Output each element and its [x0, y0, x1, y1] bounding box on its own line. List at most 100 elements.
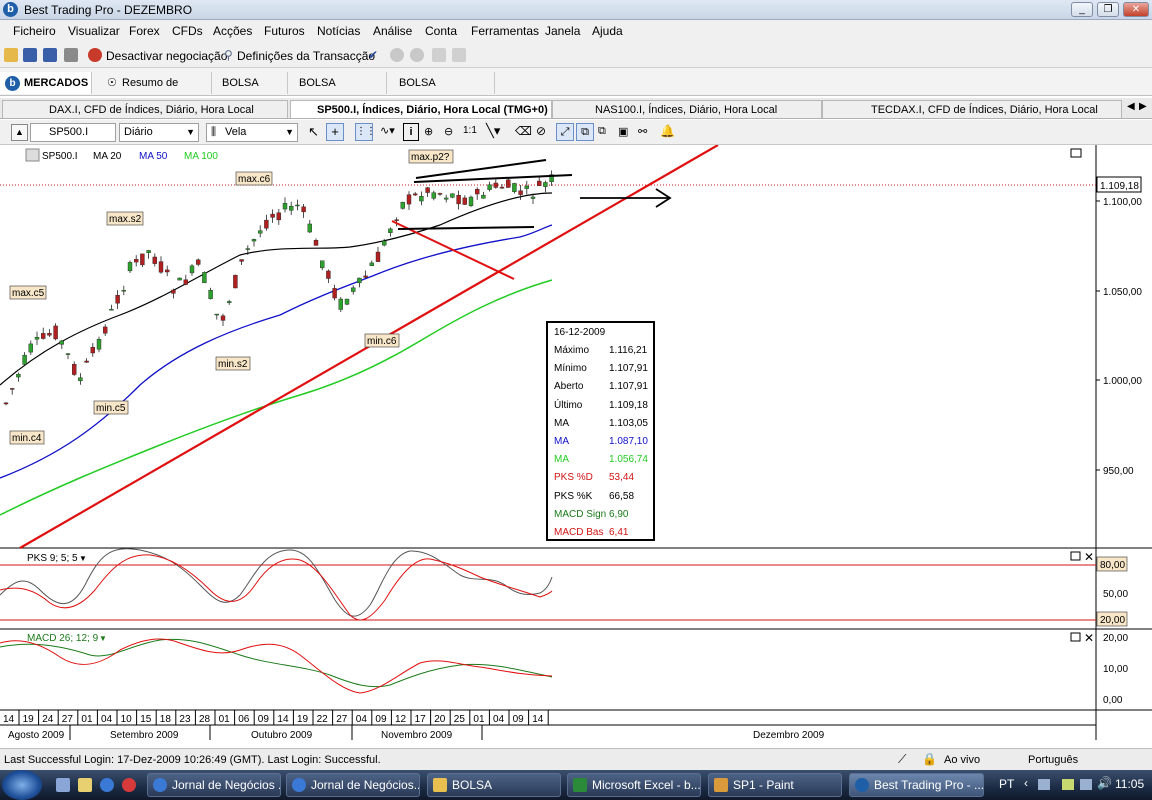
- candle-body: [245, 248, 251, 250]
- copy-icon[interactable]: ⧉: [598, 125, 606, 138]
- tab-tecdax[interactable]: TECDAX.I, CFD de Índices, Diário, Hora L…: [822, 100, 1122, 134]
- taskbar-item[interactable]: Best Trading Pro - ...: [849, 773, 984, 797]
- date-tick-label: 09: [375, 714, 387, 725]
- menu-janela[interactable]: Janela: [545, 24, 580, 38]
- deactivate-trading-button[interactable]: Desactivar negociação: [106, 49, 227, 63]
- candle-body: [289, 205, 294, 211]
- month-label: Agosto 2009: [8, 730, 65, 740]
- symbol-input[interactable]: SP500.I: [30, 123, 116, 142]
- chart-toolbar: ▲ SP500.I Diário ▼ ⫼ Vela ▼ ↖ + ⋮⋮ ∿▾ i ⊕ ⊖…: [0, 120, 1152, 145]
- tab-bolsa-europa[interactable]: BOLSA EUROPA: [288, 72, 387, 111]
- check-icon[interactable]: ✔: [368, 48, 378, 62]
- menu-noticias[interactable]: Notícias: [317, 24, 360, 38]
- candle-body: [332, 288, 337, 299]
- tab-scroll-left-icon[interactable]: ◀: [1127, 101, 1135, 112]
- candle-body: [102, 326, 108, 334]
- print-icon[interactable]: [64, 48, 78, 62]
- cursor-icon[interactable]: ↖: [308, 124, 319, 140]
- menu-analise[interactable]: Análise: [373, 24, 412, 38]
- save-icon[interactable]: [23, 48, 37, 62]
- period-value: Diário: [124, 126, 153, 138]
- collapse-icon[interactable]: ▲: [11, 124, 28, 141]
- grid-icon[interactable]: ⋮⋮: [355, 123, 376, 141]
- menu-cfds[interactable]: CFDs: [172, 24, 203, 38]
- price-tick-label: 1.000,00: [1103, 376, 1142, 387]
- tab-scroll-right-icon[interactable]: ▶: [1139, 101, 1147, 112]
- app-logo-icon: b: [3, 2, 18, 17]
- zoom-out-icon[interactable]: ⊖: [444, 125, 453, 138]
- menu-ficheiro[interactable]: Ficheiro: [13, 24, 56, 38]
- language-indicator[interactable]: PT: [999, 777, 1014, 791]
- info-icon[interactable]: i: [403, 123, 419, 141]
- tab-sp500[interactable]: SP500.I, Índices, Diário, Hora Local (TM…: [290, 100, 552, 118]
- candle-body: [437, 193, 443, 195]
- candle-body: [9, 388, 15, 390]
- ratio-button[interactable]: 1:1: [463, 125, 477, 136]
- taskbar-item[interactable]: Jornal de Negócios ...: [147, 773, 281, 797]
- zoom-in-icon[interactable]: ⊕: [424, 125, 433, 138]
- candle-body: [530, 196, 536, 199]
- indicator-icon[interactable]: ∿▾: [380, 124, 395, 137]
- close-button[interactable]: ✕: [1123, 2, 1149, 17]
- quicklaunch-icon[interactable]: [122, 778, 136, 792]
- tray-icon[interactable]: [1062, 779, 1074, 790]
- chart-style-select[interactable]: ⫼ Vela ▼: [206, 123, 298, 142]
- data-window-label: PKS %K: [554, 490, 593, 502]
- clock[interactable]: 11:05: [1115, 777, 1144, 791]
- open-folder-icon[interactable]: [4, 48, 18, 62]
- tab-bolsa-usa[interactable]: BOLSA USA: [212, 72, 288, 111]
- ie-icon[interactable]: [100, 778, 114, 792]
- stoch-level-label: 20,00: [1100, 615, 1125, 626]
- taskbar-item[interactable]: BOLSA: [427, 773, 561, 797]
- volume-icon[interactable]: 🔊: [1097, 776, 1112, 790]
- candle-body: [382, 240, 387, 246]
- tray-chevron-icon[interactable]: ‹: [1024, 776, 1028, 790]
- month-label: Outubro 2009: [251, 730, 313, 740]
- deactivate-trading-icon[interactable]: [88, 48, 102, 62]
- show-desktop-icon[interactable]: [56, 778, 70, 792]
- month-label: Setembro 2009: [110, 730, 179, 740]
- tab-mercados[interactable]: b MERCADOS: [0, 72, 92, 94]
- maximize-button[interactable]: ❐: [1097, 2, 1119, 17]
- menu-accoes[interactable]: Acções: [213, 24, 252, 38]
- taskbar-item[interactable]: Jornal de Negócios...: [286, 773, 420, 797]
- alert-bell-icon[interactable]: 🔔: [660, 124, 675, 138]
- tab-bolsa-portugal[interactable]: BOLSA PORTUGAL: [387, 72, 495, 111]
- data-window-row: MA 1.087,10: [554, 434, 654, 452]
- template-icon[interactable]: ▣: [618, 125, 628, 138]
- start-button[interactable]: [2, 770, 42, 800]
- menu-futuros[interactable]: Futuros: [264, 24, 305, 38]
- stop-icon[interactable]: [432, 48, 446, 62]
- date-tick-label: 27: [336, 714, 348, 725]
- forward-icon[interactable]: [410, 48, 424, 62]
- menu-ajuda[interactable]: Ajuda: [592, 24, 623, 38]
- transaction-settings-button[interactable]: Definições da Transacção: [237, 49, 375, 63]
- annotation-maxc5: max.c5: [9, 285, 47, 300]
- trendline-icon[interactable]: ╲▾: [486, 123, 500, 139]
- tray-icon[interactable]: [1038, 779, 1050, 790]
- save-as-icon[interactable]: [43, 48, 57, 62]
- taskbar-item[interactable]: Microsoft Excel - b...: [567, 773, 701, 797]
- magnet-icon[interactable]: ⧉: [576, 123, 594, 141]
- menu-conta[interactable]: Conta: [425, 24, 457, 38]
- back-icon[interactable]: [390, 48, 404, 62]
- delete-drawing-icon[interactable]: ⊘: [536, 124, 546, 138]
- taskbar-item[interactable]: SP1 - Paint: [708, 773, 842, 797]
- menu-visualizar[interactable]: Visualizar: [68, 24, 120, 38]
- chevron-down-icon: ▼: [186, 127, 195, 137]
- minimize-button[interactable]: _: [1071, 2, 1093, 17]
- explorer-icon[interactable]: [78, 778, 92, 792]
- period-select[interactable]: Diário ▼: [119, 123, 199, 142]
- eraser-icon[interactable]: ⌫: [515, 124, 532, 138]
- refresh-icon[interactable]: [452, 48, 466, 62]
- menu-forex[interactable]: Forex: [129, 24, 160, 38]
- tab-resumo-conta[interactable]: ☉ Resumo de Conta: [100, 72, 212, 111]
- menu-ferramentas[interactable]: Ferramentas: [471, 24, 539, 38]
- autoscale-icon[interactable]: ⤢: [556, 123, 574, 141]
- candle-body: [16, 373, 21, 378]
- network-icon[interactable]: [1080, 779, 1092, 790]
- crosshair-icon[interactable]: +: [326, 123, 344, 141]
- tab-nas100[interactable]: NAS100.I, Índices, Diário, Hora Local (T…: [552, 100, 822, 134]
- link-icon[interactable]: ⚯: [638, 125, 647, 138]
- tab-dax[interactable]: DAX.I, CFD de Índices, Diário, Hora Loca…: [2, 100, 288, 134]
